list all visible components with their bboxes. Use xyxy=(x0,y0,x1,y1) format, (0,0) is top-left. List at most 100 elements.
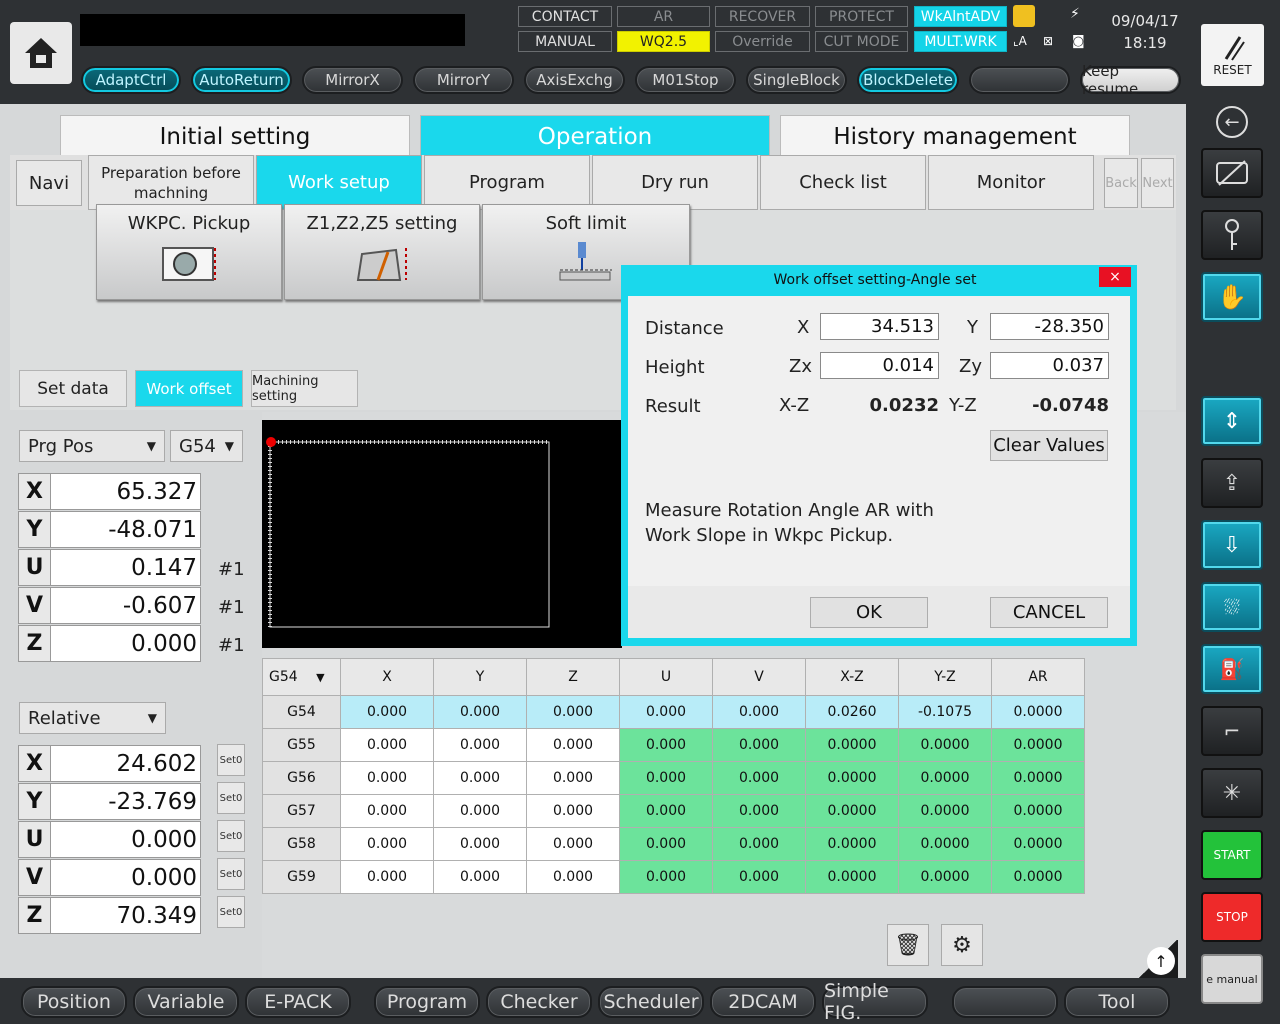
set-data-button[interactable]: Set data xyxy=(19,370,127,407)
table-cell[interactable]: 0.000 xyxy=(526,794,620,828)
graphic-view[interactable] xyxy=(262,420,622,648)
flush-button[interactable]: ⛆ xyxy=(1201,582,1263,632)
table-cell[interactable]: 0.0260 xyxy=(805,695,899,729)
m01stop-button[interactable]: M01Stop xyxy=(635,66,736,94)
blockdelete-button[interactable]: BlockDelete xyxy=(857,66,959,94)
table-cell[interactable]: 0.0000 xyxy=(805,860,899,894)
subtab-monitor[interactable]: Monitor xyxy=(928,155,1094,210)
table-cell[interactable]: 0.000 xyxy=(526,827,620,861)
table-cell[interactable]: -0.1075 xyxy=(898,695,992,729)
table-cell[interactable]: 0.000 xyxy=(433,860,527,894)
machining-setting-button[interactable]: Machining setting xyxy=(251,370,358,407)
z-setting-tool[interactable]: Z1,Z2,Z5 setting xyxy=(284,204,480,300)
spark-button[interactable]: ✳ xyxy=(1201,768,1263,818)
table-cell[interactable]: 0.0000 xyxy=(991,794,1085,828)
delete-button[interactable]: 🗑 xyxy=(887,924,929,966)
subtab-dry-run[interactable]: Dry run xyxy=(592,155,758,210)
bottom-scheduler-button[interactable]: Scheduler xyxy=(598,986,704,1018)
tab-operation[interactable]: Operation xyxy=(420,115,770,157)
tab-initial-setting[interactable]: Initial setting xyxy=(60,115,410,157)
back-button[interactable]: Back xyxy=(1104,158,1138,208)
table-row[interactable]: G56 0.000 0.000 0.000 0.000 0.000 0.0000 0.0000… xyxy=(262,761,1085,795)
mirrorx-button[interactable]: MirrorX xyxy=(302,66,403,94)
table-cell[interactable]: 0.000 xyxy=(712,761,806,795)
empty-toolbar-button[interactable] xyxy=(969,66,1070,94)
subtab-navi[interactable]: Navi xyxy=(16,160,82,206)
coord-select[interactable]: G54 ▼ xyxy=(170,430,243,462)
axisexchg-button[interactable]: AxisExchg xyxy=(524,66,625,94)
table-row[interactable]: G57 0.000 0.000 0.000 0.000 0.000 0.0000 0.0000… xyxy=(262,794,1085,828)
table-cell[interactable]: 0.000 xyxy=(433,695,527,729)
table-cell[interactable]: 0.000 xyxy=(340,860,434,894)
dialog-close-button[interactable]: × xyxy=(1099,267,1131,287)
table-cell[interactable]: 0.0000 xyxy=(991,827,1085,861)
ok-button[interactable]: OK xyxy=(810,597,928,628)
keep-resume-button[interactable]: Keep resume xyxy=(1080,62,1181,98)
table-cell[interactable]: 0.000 xyxy=(526,695,620,729)
subtab-work-setup[interactable]: Work setup xyxy=(256,155,422,210)
bottom-variable-button[interactable]: Variable xyxy=(133,986,239,1018)
table-coord-select[interactable]: G54 ▼ xyxy=(262,658,341,696)
table-cell[interactable]: 0.0000 xyxy=(898,728,992,762)
table-cell[interactable]: 0.000 xyxy=(526,761,620,795)
back-arrow-icon[interactable]: ← xyxy=(1216,106,1248,138)
table-cell[interactable]: 0.000 xyxy=(619,794,713,828)
table-row[interactable]: G58 0.000 0.000 0.000 0.000 0.000 0.0000 0.0000… xyxy=(262,827,1085,861)
table-cell[interactable]: 0.000 xyxy=(619,761,713,795)
zy-input[interactable]: 0.037 xyxy=(990,352,1109,379)
tab-history-management[interactable]: History management xyxy=(780,115,1130,157)
table-cell[interactable]: 0.000 xyxy=(433,761,527,795)
bottom-position-button[interactable]: Position xyxy=(21,986,127,1018)
table-cell[interactable]: 0.000 xyxy=(340,761,434,795)
upload-button[interactable]: ⇪ xyxy=(1201,458,1263,508)
bottom-tool-button[interactable]: Tool xyxy=(1064,986,1170,1018)
table-cell[interactable]: 0.000 xyxy=(340,695,434,729)
set0-u-button[interactable]: Set0 xyxy=(217,820,245,852)
wkpc-pickup-tool[interactable]: WKPC. Pickup xyxy=(96,204,282,300)
table-cell[interactable]: 0.000 xyxy=(619,860,713,894)
start-button[interactable]: START xyxy=(1201,830,1263,880)
reset-button[interactable]: RESET xyxy=(1201,24,1264,86)
settings-button[interactable]: ⚙ xyxy=(941,924,983,966)
table-row[interactable]: G59 0.000 0.000 0.000 0.000 0.000 0.0000 0.0000… xyxy=(262,860,1085,894)
table-cell[interactable]: 0.0000 xyxy=(805,728,899,762)
hand-button[interactable]: ✋ xyxy=(1201,272,1263,322)
tank-button[interactable]: ⛽ xyxy=(1201,644,1263,694)
mirrory-button[interactable]: MirrorY xyxy=(413,66,514,94)
distance-y-input[interactable]: -28.350 xyxy=(990,313,1109,340)
set0-y-button[interactable]: Set0 xyxy=(217,782,245,814)
table-row[interactable]: G54 0.000 0.000 0.000 0.000 0.000 0.0260 -0.107… xyxy=(262,695,1085,729)
distance-x-input[interactable]: 34.513 xyxy=(820,313,939,340)
table-cell[interactable]: 0.000 xyxy=(619,695,713,729)
clear-values-button[interactable]: Clear Values xyxy=(990,430,1108,461)
wire-path-button[interactable]: ⌐ xyxy=(1201,706,1263,756)
table-cell[interactable]: 0.0000 xyxy=(805,794,899,828)
zx-input[interactable]: 0.014 xyxy=(820,352,939,379)
table-row[interactable]: G55 0.000 0.000 0.000 0.000 0.000 0.0000 0.0000… xyxy=(262,728,1085,762)
key-button[interactable] xyxy=(1201,210,1263,260)
singleblock-button[interactable]: SingleBlock xyxy=(746,66,847,94)
table-cell[interactable]: 0.000 xyxy=(619,827,713,861)
work-offset-button[interactable]: Work offset xyxy=(135,370,243,407)
table-cell[interactable]: 0.000 xyxy=(712,695,806,729)
set0-v-button[interactable]: Set0 xyxy=(217,858,245,890)
table-cell[interactable]: 0.0000 xyxy=(898,761,992,795)
scroll-up-button[interactable]: ↑ xyxy=(1147,947,1175,975)
bottom-empty-button[interactable] xyxy=(952,986,1058,1018)
set0-x-button[interactable]: Set0 xyxy=(217,744,245,776)
bottom-checker-button[interactable]: Checker xyxy=(486,986,592,1018)
table-cell[interactable]: 0.000 xyxy=(712,728,806,762)
table-cell[interactable]: 0.000 xyxy=(433,794,527,828)
bottom-2dcam-button[interactable]: 2DCAM xyxy=(710,986,816,1018)
table-cell[interactable]: 0.0000 xyxy=(991,761,1085,795)
stop-button[interactable]: STOP xyxy=(1201,892,1263,942)
subtab-check-list[interactable]: Check list xyxy=(760,155,926,210)
autoreturn-button[interactable]: AutoReturn xyxy=(191,66,292,94)
subtab-program[interactable]: Program xyxy=(424,155,590,210)
no-display-button[interactable] xyxy=(1201,148,1263,198)
table-cell[interactable]: 0.0000 xyxy=(898,860,992,894)
e-manual-button[interactable]: e manual xyxy=(1201,954,1263,1004)
table-cell[interactable]: 0.000 xyxy=(526,728,620,762)
table-cell[interactable]: 0.0000 xyxy=(805,761,899,795)
table-cell[interactable]: 0.000 xyxy=(712,827,806,861)
